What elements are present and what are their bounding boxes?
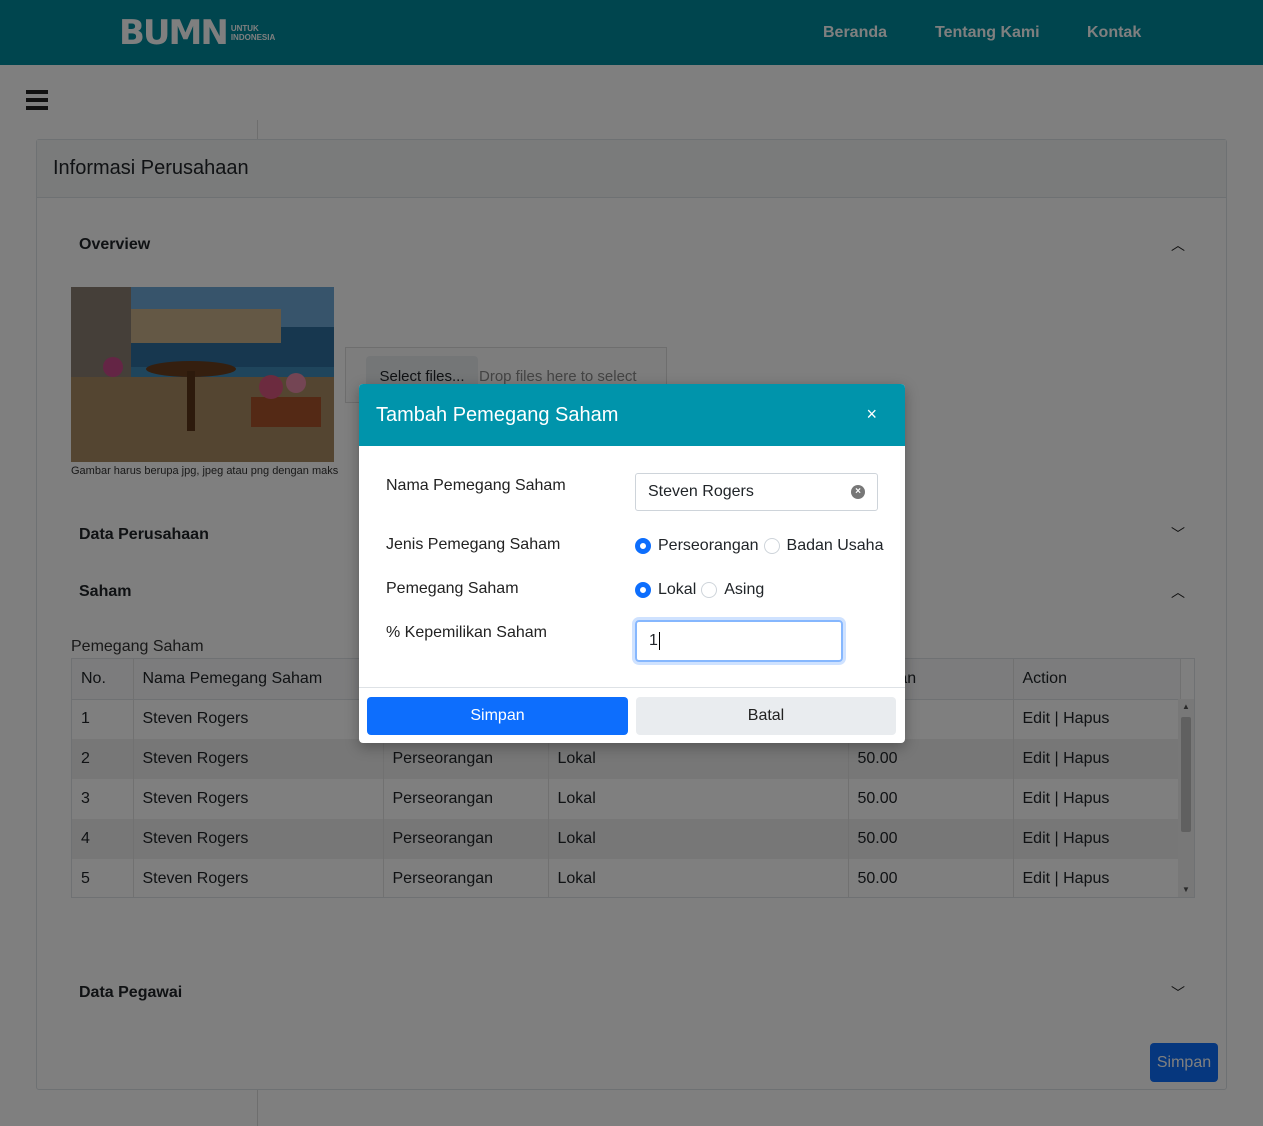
- radio-badan-usaha[interactable]: [763, 538, 780, 554]
- jenis-radio-group: Perseorangan Badan Usaha: [635, 537, 883, 555]
- modal-footer: Simpan Batal: [359, 687, 905, 743]
- close-icon[interactable]: ×: [866, 404, 877, 425]
- clear-icon[interactable]: ×: [851, 485, 865, 499]
- add-shareholder-modal: Tambah Pemegang Saham × Nama Pemegang Sa…: [359, 384, 905, 743]
- text-caret: [658, 632, 660, 650]
- pemegang-radio-group: Lokal Asing: [635, 581, 764, 599]
- modal-header: Tambah Pemegang Saham ×: [359, 384, 905, 446]
- modal-title: Tambah Pemegang Saham: [376, 403, 619, 426]
- radio-label[interactable]: Badan Usaha: [787, 537, 884, 555]
- pct-label: % Kepemilikan Saham: [386, 624, 547, 641]
- nama-value: Steven Rogers: [648, 483, 754, 500]
- radio-asing[interactable]: [701, 582, 718, 598]
- modal-save-button[interactable]: Simpan: [367, 697, 628, 735]
- radio-label[interactable]: Perseorangan: [658, 537, 759, 555]
- radio-perseorangan[interactable]: [635, 538, 651, 554]
- pct-input[interactable]: 1: [635, 620, 843, 662]
- modal-cancel-button[interactable]: Batal: [636, 697, 896, 735]
- nama-input[interactable]: Steven Rogers ×: [635, 473, 878, 511]
- pemegang-label: Pemegang Saham: [386, 580, 519, 597]
- radio-lokal[interactable]: [635, 582, 651, 598]
- radio-label[interactable]: Lokal: [658, 581, 696, 599]
- jenis-label: Jenis Pemegang Saham: [386, 536, 561, 553]
- radio-label[interactable]: Asing: [724, 581, 764, 599]
- nama-label: Nama Pemegang Saham: [386, 477, 566, 494]
- pct-value: 1: [649, 632, 658, 649]
